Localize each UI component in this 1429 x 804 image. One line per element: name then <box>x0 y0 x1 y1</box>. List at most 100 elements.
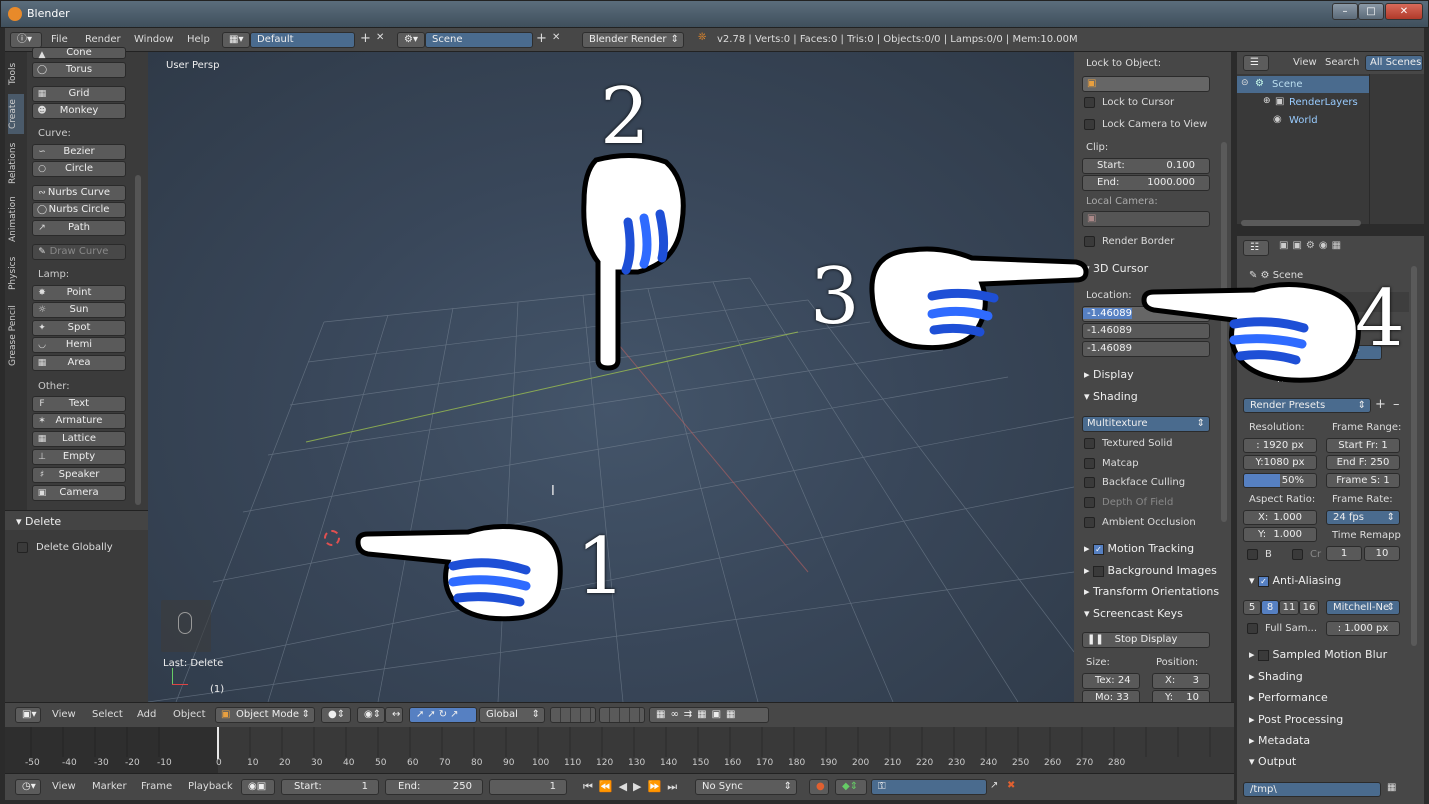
aa-filter-select[interactable]: Mitchell-Ne ⇕ <box>1326 600 1400 615</box>
display-panel-header[interactable]: ▸ Display <box>1084 368 1134 381</box>
aspect-y-field[interactable]: Y: 1.000 <box>1243 527 1317 542</box>
monkey-button[interactable]: ☻ Monkey <box>32 103 126 119</box>
tab-create[interactable]: Create <box>8 94 24 134</box>
scene-field[interactable]: Scene <box>425 32 533 48</box>
post-processing-panel-header[interactable]: ▸ Post Processing <box>1249 713 1343 726</box>
outliner-world-row[interactable]: ◉ World <box>1237 112 1369 129</box>
anti-aliasing-checkbox[interactable]: ✓ <box>1258 575 1270 587</box>
aspect-x-field[interactable]: X: 1.000 <box>1243 510 1317 525</box>
motion-tracking-checkbox[interactable]: ✓ <box>1093 543 1105 555</box>
timeline[interactable]: -50 -40 -30 -20 -10 0 10 20 30 40 50 60 … <box>5 727 1234 773</box>
resolution-y-field[interactable]: Y:1080 px <box>1243 455 1317 470</box>
delete-keyframe-icon[interactable]: ✖ <box>1007 780 1015 791</box>
properties-scrollbar[interactable] <box>1411 266 1417 646</box>
layer-buttons-b[interactable] <box>599 707 645 723</box>
keying-set-field[interactable]: ⚿ <box>871 779 987 795</box>
outliner-display-mode[interactable]: All Scenes <box>1365 55 1423 71</box>
playback-controls[interactable]: ⏮⏪◀▶⏩⏭ <box>583 780 693 796</box>
textured-solid-checkbox[interactable] <box>1084 438 1095 449</box>
aa-samples-16[interactable]: 16 <box>1299 600 1319 615</box>
close-window-button[interactable]: ✕ <box>1385 3 1423 20</box>
remove-scene-icon[interactable]: ✕ <box>552 32 560 43</box>
outliner-scrollbar[interactable] <box>1241 220 1361 226</box>
anti-aliasing-panel-header[interactable]: ▾ ✓ Anti-Aliasing <box>1249 574 1341 587</box>
layout-field[interactable]: Default <box>250 32 355 48</box>
frame-end-input[interactable]: End: 250 <box>385 779 483 795</box>
tool-shelf-scrollbar[interactable] <box>135 175 141 505</box>
frame-rate-select[interactable]: 24 fps ⇕ <box>1326 510 1400 525</box>
lock-to-cursor-checkbox[interactable] <box>1084 97 1095 108</box>
editor-type-info-icon[interactable]: ⓘ▾ <box>10 32 42 48</box>
time-remap-old-field[interactable]: 1 <box>1326 546 1362 561</box>
nurbs-curve-button[interactable]: ∾ Nurbs Curve <box>32 185 126 201</box>
properties-editor-icon[interactable]: ☷ <box>1243 240 1269 256</box>
area-lamp-button[interactable]: ▦ Area <box>32 355 126 371</box>
clip-end-field[interactable]: End: 1000.000 <box>1082 175 1210 191</box>
metadata-panel-header[interactable]: ▸ Metadata <box>1249 734 1310 747</box>
full-sample-checkbox[interactable] <box>1247 623 1258 634</box>
output-path-field[interactable]: /tmp\ <box>1243 782 1381 797</box>
screencast-keys-panel-header[interactable]: ▾ Screencast Keys <box>1084 607 1183 620</box>
draw-curve-button[interactable]: ✎ Draw Curve <box>32 244 126 260</box>
preview-range-toggle[interactable]: ◉▣ <box>241 779 275 795</box>
spot-lamp-button[interactable]: ✦ Spot <box>32 320 126 336</box>
menu-object[interactable]: Object <box>173 709 206 720</box>
layout-icon[interactable]: ▦▾ <box>222 32 250 48</box>
minimize-button[interactable]: – <box>1332 3 1358 20</box>
transform-manipulators[interactable]: ➚➚↻↗ <box>409 707 477 723</box>
remove-layout-icon[interactable]: ✕ <box>376 32 384 43</box>
timeline-menu-view[interactable]: View <box>52 781 76 792</box>
add-layout-icon[interactable]: + <box>360 31 371 46</box>
tab-animation[interactable]: Animation <box>8 192 24 246</box>
pivot-point-select[interactable]: ◉⇕ <box>357 707 385 723</box>
timeline-menu-marker[interactable]: Marker <box>92 781 127 792</box>
add-preset-icon[interactable]: + <box>1375 397 1386 412</box>
border-checkbox[interactable] <box>1247 549 1258 560</box>
record-button[interactable]: ● <box>809 779 829 795</box>
add-scene-icon[interactable]: + <box>536 31 547 46</box>
timeline-editor-icon[interactable]: ◷▾ <box>15 779 41 795</box>
nurbs-circle-button[interactable]: ◯ Nurbs Circle <box>32 202 126 218</box>
performance-panel-header[interactable]: ▸ Performance <box>1249 691 1328 704</box>
text-button[interactable]: F Text <box>32 396 126 412</box>
background-images-panel-header[interactable]: ▸ Background Images <box>1084 564 1217 577</box>
resolution-x-field[interactable]: : 1920 px <box>1243 438 1317 453</box>
layer-buttons-a[interactable] <box>550 707 596 723</box>
tab-physics[interactable]: Physics <box>8 250 24 296</box>
transform-orientations-panel-header[interactable]: ▸ Transform Orientations <box>1084 585 1219 598</box>
timeline-menu-playback[interactable]: Playback <box>188 781 233 792</box>
timeline-menu-frame[interactable]: Frame <box>141 781 172 792</box>
outliner-renderlayers-row[interactable]: ⊕ ▣ RenderLayers <box>1237 94 1369 111</box>
aa-samples-8[interactable]: 8 <box>1261 600 1279 615</box>
lock-object-field[interactable]: ▣ <box>1082 76 1210 92</box>
motion-tracking-panel-header[interactable]: ▸ ✓ Motion Tracking <box>1084 542 1194 555</box>
circle-button[interactable]: ○ Circle <box>32 161 126 177</box>
sun-lamp-button[interactable]: ☼ Sun <box>32 302 126 318</box>
backface-culling-checkbox[interactable] <box>1084 477 1095 488</box>
render-engine-select[interactable]: Blender Render ⇕ <box>582 32 684 48</box>
menu-view[interactable]: View <box>52 709 76 720</box>
armature-button[interactable]: ✶ Armature <box>32 413 126 429</box>
tab-grease-pencil[interactable]: Grease Pencil <box>8 300 24 372</box>
menu-window[interactable]: Window <box>134 34 173 45</box>
time-remap-new-field[interactable]: 10 <box>1364 546 1400 561</box>
3d-editor-icon[interactable]: ▣▾ <box>15 707 41 723</box>
sync-mode-select[interactable]: No Sync ⇕ <box>695 779 797 795</box>
3d-cursor-panel-header[interactable]: ▾ 3D Cursor <box>1084 262 1148 275</box>
outliner-scene-row[interactable]: ⊝ ⚙ Scene <box>1237 76 1369 93</box>
operator-panel-header[interactable]: ▾ Delete <box>5 510 148 530</box>
keying-set-select[interactable]: ◆⇕ <box>835 779 867 795</box>
menu-help[interactable]: Help <box>187 34 210 45</box>
scene-icon[interactable]: ⚙▾ <box>397 32 425 48</box>
maximize-button[interactable]: □ <box>1358 3 1384 20</box>
manipulator-toggle[interactable]: ↔ <box>385 707 403 723</box>
camera-button[interactable]: ▣ Camera <box>32 485 126 501</box>
path-button[interactable]: ↗ Path <box>32 220 126 236</box>
delete-globally-checkbox[interactable] <box>17 542 28 553</box>
menu-select[interactable]: Select <box>92 709 123 720</box>
empty-button[interactable]: ⊥ Empty <box>32 449 126 465</box>
aa-samples-5[interactable]: 5 <box>1243 600 1261 615</box>
clip-start-field[interactable]: Start: 0.100 <box>1082 158 1210 174</box>
frame-start-input[interactable]: Start: 1 <box>281 779 379 795</box>
properties-context-tabs[interactable]: ▣▣⚙◉▦ <box>1279 240 1359 255</box>
